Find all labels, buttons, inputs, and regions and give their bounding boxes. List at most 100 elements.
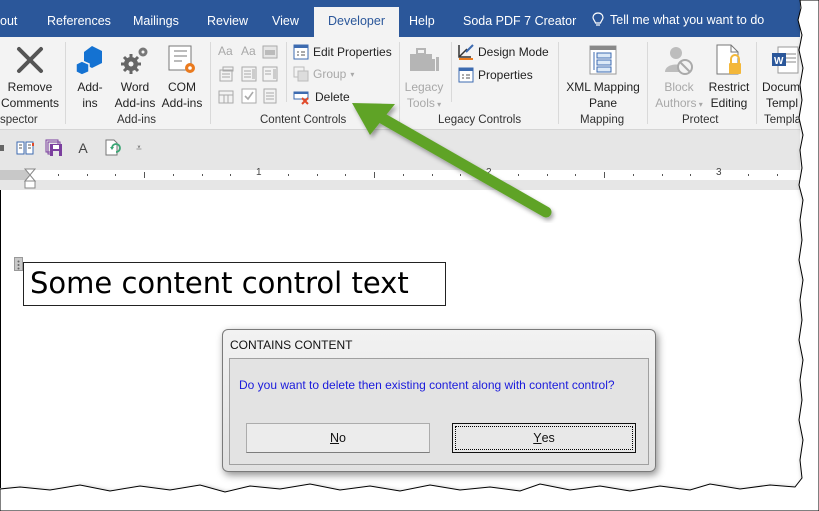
lock-document-icon	[716, 44, 741, 75]
horizontal-ruler[interactable]: 1 2 3	[0, 167, 800, 180]
refresh-document-icon[interactable]	[104, 139, 122, 157]
quick-access-toolbar: A ⩡	[0, 130, 800, 164]
indent-marker-icon[interactable]	[24, 168, 36, 190]
customize-toolbar-chevron-icon[interactable]: ⩡	[130, 139, 148, 157]
ruler-tick	[690, 174, 692, 176]
ruler-number: 2	[486, 167, 492, 178]
drop-down-list-control-icon[interactable]	[262, 66, 278, 82]
rich-text-content-control-icon[interactable]: Aa	[218, 44, 238, 60]
plain-text-content-control-icon[interactable]: Aa	[241, 44, 261, 60]
group-label-mapping: Mapping	[580, 114, 625, 126]
ruler-tick	[345, 174, 347, 176]
ruler-tick	[115, 174, 117, 176]
com-add-ins-button[interactable]: COM Add-ins	[158, 41, 206, 111]
building-block-gallery-icon[interactable]	[218, 66, 234, 82]
ruler-tick	[776, 174, 778, 176]
date-picker-control-icon[interactable]	[218, 88, 234, 104]
ruler-tick	[230, 174, 232, 176]
word-add-ins-button[interactable]: Word Add-ins	[112, 41, 158, 111]
contains-content-dialog: CONTAINS CONTENT Do you want to delete t…	[222, 329, 656, 472]
group-label-inspector: spector	[0, 114, 38, 126]
legacy-tools-button[interactable]: Legacy Tools ▾	[402, 41, 446, 113]
content-control-text-box[interactable]: Some content control text	[23, 262, 446, 306]
ruler-tick	[604, 172, 605, 178]
inner-separator	[451, 42, 452, 102]
yes-button[interactable]: Yes	[452, 423, 636, 453]
ribbon-tab-bar: out References Mailings Review View Deve…	[0, 0, 800, 37]
gears-icon	[121, 47, 148, 74]
document-template-button[interactable]: W Docum Templ	[760, 41, 800, 111]
ruler-tick	[86, 174, 88, 176]
tab-help[interactable]: Help	[409, 0, 435, 37]
tab-developer[interactable]: Developer	[314, 7, 399, 37]
reading-view-icon[interactable]	[16, 139, 34, 157]
tab-review[interactable]: Review	[207, 0, 248, 37]
tab-references[interactable]: References	[47, 0, 111, 37]
x-icon	[17, 47, 43, 73]
word-document-icon: W	[772, 46, 799, 74]
design-mode-icon	[458, 44, 474, 60]
block-authors-icon	[665, 47, 693, 75]
ruler-tick	[661, 174, 663, 176]
check-box-control-icon[interactable]	[241, 88, 257, 104]
save-all-icon[interactable]	[45, 139, 63, 157]
ruler-tick	[57, 174, 59, 176]
ruler-tick	[460, 174, 462, 176]
group-icon	[293, 66, 309, 82]
no-button[interactable]: No	[246, 423, 430, 453]
partial-icon	[0, 145, 4, 151]
ruler-tick	[374, 172, 375, 178]
restrict-editing-button[interactable]: Restrict Editing	[706, 41, 752, 111]
ruler-tick	[402, 174, 404, 176]
inner-separator	[286, 42, 287, 102]
ruler-tick	[287, 174, 289, 176]
group-label-protect: Protect	[682, 114, 719, 126]
content-control-handle[interactable]	[14, 257, 23, 271]
combo-box-control-icon[interactable]	[241, 66, 257, 82]
group-separator	[647, 42, 648, 124]
font-icon[interactable]: A	[74, 139, 92, 157]
xml-mapping-pane-button[interactable]: XML Mapping Pane	[562, 41, 644, 111]
add-ins-button[interactable]: Add- ins	[72, 41, 108, 111]
group-separator	[210, 42, 211, 124]
dialog-title: CONTAINS CONTENT	[230, 338, 353, 352]
design-mode-button[interactable]: Design Mode	[458, 42, 549, 62]
ruler-number: 3	[716, 167, 722, 178]
repeating-section-control-icon[interactable]	[262, 88, 278, 104]
dialog-message: Do you want to delete then existing cont…	[239, 378, 615, 392]
tab-layout[interactable]: out	[0, 0, 17, 37]
chevron-down-icon: ▾	[350, 69, 355, 79]
properties-button[interactable]: Properties	[458, 65, 533, 85]
delete-button[interactable]: Delete	[293, 87, 350, 107]
ruler-tick	[546, 174, 548, 176]
horizontal-ruler-area: 1 2 3	[0, 164, 800, 190]
group-label-legacy-controls: Legacy Controls	[438, 114, 522, 126]
block-authors-button[interactable]: Block Authors ▾	[651, 41, 707, 113]
ruler-tick	[632, 174, 634, 176]
ruler-number: 1	[256, 167, 262, 178]
ruler-tick	[517, 174, 519, 176]
edit-properties-button[interactable]: Edit Properties	[293, 42, 392, 62]
tab-view[interactable]: View	[272, 0, 299, 37]
ruler-tick	[431, 174, 433, 176]
ruler-tick	[144, 172, 145, 178]
lightbulb-icon	[592, 12, 604, 26]
properties-icon	[458, 67, 474, 83]
group-button[interactable]: Group ▾	[293, 64, 354, 84]
toolbar-icon-cut[interactable]	[0, 139, 10, 157]
chevron-down-icon: ▾	[696, 100, 703, 109]
developer-ribbon: Remove Comments spector Add- ins Word Ad…	[0, 37, 800, 130]
picture-content-control-icon[interactable]	[262, 44, 278, 60]
remove-comments-button[interactable]: Remove Comments	[0, 41, 60, 111]
toolbox-icon	[410, 48, 439, 71]
ruler-tick	[747, 174, 749, 176]
tell-me-search[interactable]: Tell me what you want to do	[592, 12, 764, 28]
tab-soda-pdf[interactable]: Soda PDF 7 Creator	[463, 0, 576, 37]
tab-mailings[interactable]: Mailings	[133, 0, 179, 37]
svg-text:W: W	[774, 56, 784, 67]
ruler-tick	[575, 174, 577, 176]
group-label-content-controls: Content Controls	[260, 114, 347, 126]
group-separator	[65, 42, 66, 124]
ruler-tick	[201, 174, 203, 176]
xml-mapping-icon	[589, 45, 617, 75]
